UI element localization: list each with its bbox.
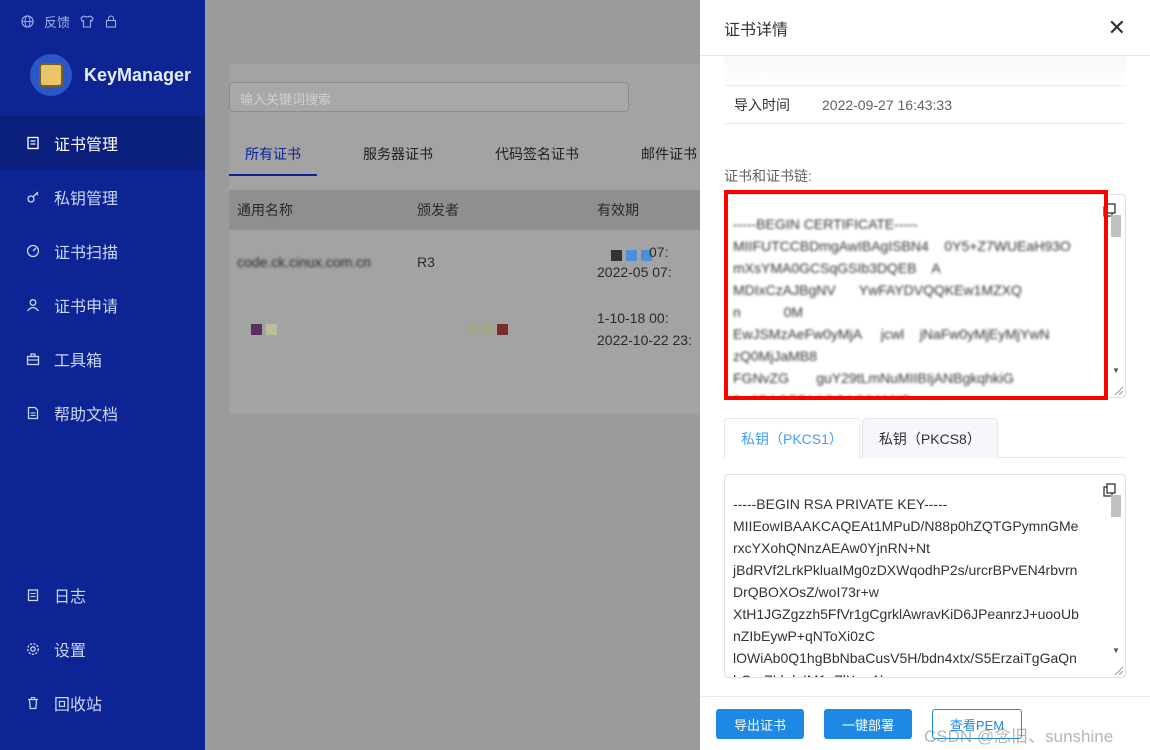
column-header-issuer: 颁发者 xyxy=(417,202,459,218)
sidebar-item-settings[interactable]: 设置 xyxy=(0,622,205,676)
cell-validity-start: 1-10-18 00: xyxy=(597,310,669,326)
export-cert-button[interactable]: 导出证书 xyxy=(716,709,804,739)
search-input[interactable]: 输入关键词搜索 xyxy=(229,82,629,112)
cert-tabs: 所有证书 服务器证书 代码签名证书 邮件证书 xyxy=(229,138,743,176)
settings-icon xyxy=(27,643,39,655)
redacted-mark xyxy=(467,322,508,338)
tab-all-certs[interactable]: 所有证书 xyxy=(229,138,317,176)
private-key-tabs: 私钥（PKCS1） 私钥（PKCS8） xyxy=(724,418,1126,458)
sidebar-item-label: 证书扫描 xyxy=(54,245,119,262)
sidebar-bottom-nav: 日志 设置 回收站 xyxy=(0,568,205,730)
sidebar-item-key-management[interactable]: 私钥管理 xyxy=(0,170,205,224)
resize-handle-icon[interactable] xyxy=(1113,385,1123,395)
user-icon xyxy=(26,299,40,312)
import-time-value: 2022-09-27 16:43:33 xyxy=(822,96,952,113)
cell-validity-end: 2022-05 07: xyxy=(597,264,672,280)
drawer-title: 证书详情 xyxy=(724,21,789,39)
sidebar-item-label: 证书申请 xyxy=(54,299,119,316)
shirt-icon[interactable] xyxy=(80,15,94,29)
sidebar-item-toolbox[interactable]: 工具箱 xyxy=(0,332,205,386)
sidebar-item-label: 私钥管理 xyxy=(54,191,119,208)
cert-chain-label: 证书和证书链: xyxy=(724,168,812,184)
sidebar: 反馈 KeyManager 证书管理 私钥管理 证书扫描 证书申请 工具箱 帮助… xyxy=(0,0,205,750)
certificate-icon xyxy=(27,136,39,150)
sidebar-item-label: 日志 xyxy=(54,589,87,606)
sidebar-item-label: 工具箱 xyxy=(54,353,103,370)
drawer-body: 导入时间 2022-09-27 16:43:33 证书和证书链: -----BE… xyxy=(724,56,1126,678)
tab-pkcs8[interactable]: 私钥（PKCS8） xyxy=(861,418,998,458)
sidebar-item-cert-management[interactable]: 证书管理 xyxy=(0,116,205,170)
import-time-row: 导入时间 2022-09-27 16:43:33 xyxy=(724,86,1126,124)
cell-validity-start: 07: xyxy=(649,244,669,260)
sidebar-top-links: 反馈 xyxy=(20,12,118,31)
sidebar-item-label: 证书管理 xyxy=(54,137,119,154)
info-table-top xyxy=(724,56,1126,86)
scan-icon xyxy=(26,244,40,258)
log-icon xyxy=(27,589,39,602)
import-time-label: 导入时间 xyxy=(734,96,790,113)
toolbox-icon xyxy=(26,353,40,366)
drawer-header: 证书详情 ✕ xyxy=(700,0,1150,56)
scrollbar[interactable]: ▼ xyxy=(1111,495,1123,655)
cert-detail-drawer: 证书详情 ✕ 导入时间 2022-09-27 16:43:33 证书和证书链: … xyxy=(700,0,1150,750)
app-name: KeyManager xyxy=(84,64,192,85)
sidebar-item-label: 设置 xyxy=(54,643,87,660)
cell-issuer: R3 xyxy=(417,254,435,270)
doc-icon xyxy=(27,406,39,420)
sidebar-item-label: 帮助文档 xyxy=(54,407,119,424)
safe-logo-icon xyxy=(30,54,72,96)
close-icon[interactable]: ✕ xyxy=(1108,16,1126,39)
globe-icon[interactable] xyxy=(20,15,34,29)
sidebar-item-recycle-bin[interactable]: 回收站 xyxy=(0,676,205,730)
private-key-textarea[interactable]: -----BEGIN RSA PRIVATE KEY----- MIIEowIB… xyxy=(724,474,1126,678)
tab-server-certs[interactable]: 服务器证书 xyxy=(347,138,449,176)
cell-common-name: code.ck.cinux.com.cn xyxy=(237,254,371,270)
redacted-mark xyxy=(611,248,652,264)
feedback-link[interactable]: 反馈 xyxy=(44,12,70,31)
scrollbar[interactable]: ▼ xyxy=(1111,215,1123,375)
sidebar-item-cert-apply[interactable]: 证书申请 xyxy=(0,278,205,332)
sidebar-item-help-docs[interactable]: 帮助文档 xyxy=(0,386,205,440)
tab-pkcs1[interactable]: 私钥（PKCS1） xyxy=(724,418,860,458)
sidebar-item-logs[interactable]: 日志 xyxy=(0,568,205,622)
deploy-button[interactable]: 一键部署 xyxy=(824,709,912,739)
resize-handle-icon[interactable] xyxy=(1113,665,1123,675)
trash-icon xyxy=(28,697,38,710)
key-icon xyxy=(27,191,39,203)
column-header-validity: 有效期 xyxy=(597,202,639,218)
app-logo: KeyManager xyxy=(30,54,191,96)
cell-validity-end: 2022-10-22 23: xyxy=(597,332,692,348)
cert-chain-textarea[interactable]: -----BEGIN CERTIFICATE----- MIIFUTCCBDmg… xyxy=(724,194,1126,398)
private-key-text: -----BEGIN RSA PRIVATE KEY----- MIIEowIB… xyxy=(733,496,1079,677)
redacted-mark xyxy=(251,322,277,338)
sidebar-item-cert-scan[interactable]: 证书扫描 xyxy=(0,224,205,278)
lock-icon[interactable] xyxy=(104,15,118,29)
sidebar-item-label: 回收站 xyxy=(54,697,103,714)
sidebar-nav: 证书管理 私钥管理 证书扫描 证书申请 工具箱 帮助文档 xyxy=(0,116,205,440)
tab-code-signing-certs[interactable]: 代码签名证书 xyxy=(479,138,595,176)
watermark: CSDN @念旧、sunshine xyxy=(924,727,1114,746)
cert-chain-text: -----BEGIN CERTIFICATE----- MIIFUTCCBDmg… xyxy=(733,216,1071,397)
column-header-name: 通用名称 xyxy=(237,202,293,218)
